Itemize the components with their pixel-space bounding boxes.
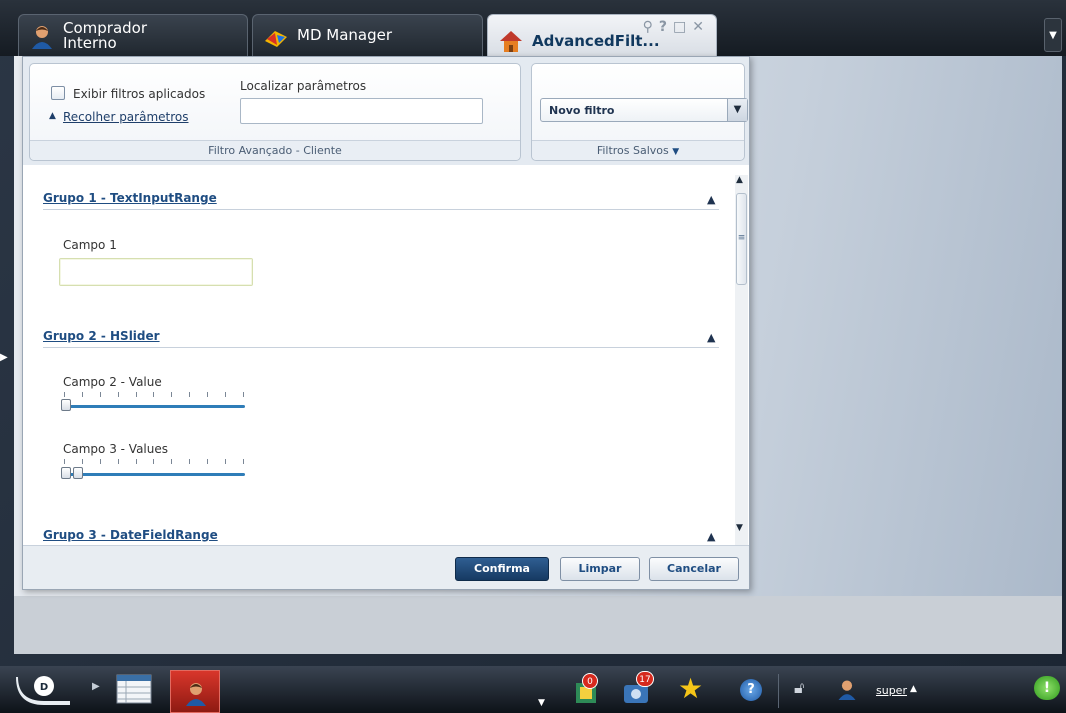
show-applied-filters-checkbox[interactable] (51, 86, 65, 100)
tasks-badge: 17 (636, 671, 654, 687)
chevron-down-icon[interactable]: ▼ (538, 698, 545, 708)
house-icon (500, 30, 522, 52)
collapse-params-link[interactable]: Recolher parâmetros (63, 110, 189, 124)
campo-1-label: Campo 1 (63, 238, 117, 252)
saved-filter-select[interactable]: Novo filtro ▼ (540, 98, 748, 122)
campo-3-slider-track[interactable] (61, 473, 245, 476)
search-params-label: Localizar parâmetros (240, 79, 367, 93)
user-icon (186, 683, 206, 706)
scroll-down-icon[interactable]: ▼ (736, 523, 743, 533)
expand-arrow-icon[interactable]: ▶ (92, 681, 100, 692)
datasul-logo-icon[interactable]: D (16, 671, 72, 707)
notifications-badge: 0 (582, 673, 598, 689)
active-user-app-icon[interactable] (170, 670, 220, 713)
group-2-divider (43, 347, 719, 348)
saved-filters-box: Novo filtro ▼ Filtros Salvos ▼ (531, 63, 748, 161)
filter-params-box: Exibir filtros aplicados ▲ Recolher parâ… (29, 63, 521, 161)
search-params-input[interactable] (240, 98, 483, 124)
chat-alert-icon[interactable]: ! (1034, 676, 1060, 700)
app-tab-bar: Comprador Interno MD Manager AdvancedFil… (0, 0, 1066, 56)
chevron-up-icon[interactable]: ▲ (707, 530, 715, 543)
md-manager-icon (265, 30, 287, 47)
tab-label: AdvancedFilt... (532, 32, 660, 50)
content-scrollbar[interactable]: ▲ ≡ ▼ (735, 175, 748, 545)
filter-header: Exibir filtros aplicados ▲ Recolher parâ… (23, 57, 749, 165)
show-applied-filters-label: Exibir filtros aplicados (73, 87, 206, 101)
group-2-title[interactable]: Grupo 2 - HSlider (43, 329, 160, 343)
lock-icon[interactable]: 🔓︎ (794, 678, 804, 698)
saved-filter-value: Novo filtro (549, 104, 615, 117)
close-icon[interactable]: ✕ (692, 19, 704, 35)
wrench-icon[interactable]: ⚲ (643, 19, 653, 35)
chevron-down-icon: ▼ (672, 147, 680, 157)
campo-2-ticks (64, 392, 244, 398)
tab-label: MD Manager (297, 26, 393, 44)
maximize-icon[interactable]: □ (673, 19, 686, 35)
grid-list-icon[interactable] (116, 674, 152, 704)
taskbar: D ▶ ▼ 0 17 ★ ? 🔓︎ super ▲ ! (0, 666, 1066, 713)
campo-1-input[interactable] (59, 258, 253, 286)
favorites-star-icon[interactable]: ★ (678, 672, 703, 705)
user-icon (32, 25, 52, 49)
window-menu-button[interactable]: ▼ (1044, 18, 1062, 52)
tab-md-manager[interactable]: MD Manager (252, 14, 483, 56)
tasks-icon[interactable]: 17 (620, 671, 654, 705)
side-expand-icon[interactable]: ▶ (0, 352, 8, 363)
campo-2-slider-track[interactable] (61, 405, 245, 408)
tab-tools: ⚲ ? □ ✕ (643, 19, 704, 35)
scroll-thumb[interactable]: ≡ (736, 193, 747, 285)
campo-3-slider-thumb-min[interactable] (61, 467, 71, 479)
campo-2-slider-thumb[interactable] (61, 399, 71, 411)
tab-advanced-filter[interactable]: AdvancedFilt... ⚲ ? □ ✕ (487, 14, 717, 56)
panel-footer: Confirma Limpar Cancelar (23, 545, 749, 589)
chevron-up-icon[interactable]: ▲ (910, 684, 917, 694)
filter-params-footer: Filtro Avançado - Cliente (30, 140, 520, 160)
cancel-button[interactable]: Cancelar (649, 557, 739, 581)
user-icon (838, 680, 856, 700)
chevron-up-icon: ▲ (49, 111, 56, 121)
campo-2-label: Campo 2 - Value (63, 375, 162, 389)
chevron-down-icon: ▼ (727, 99, 747, 121)
chevron-up-icon[interactable]: ▲ (707, 193, 715, 206)
saved-filters-footer[interactable]: Filtros Salvos ▼ (532, 140, 744, 160)
group-3-title[interactable]: Grupo 3 - DateFieldRange (43, 528, 218, 542)
group-1-divider (43, 209, 719, 210)
help-icon[interactable]: ? (740, 679, 762, 701)
notifications-icon[interactable]: 0 (572, 673, 602, 705)
user-name-link[interactable]: super (876, 684, 907, 697)
tab-comprador-interno[interactable]: Comprador Interno (18, 14, 248, 56)
chevron-down-icon: ▼ (1049, 29, 1057, 41)
saved-filters-label: Filtros Salvos (596, 144, 669, 157)
campo-3-ticks (64, 459, 244, 465)
scroll-up-icon[interactable]: ▲ (736, 175, 743, 185)
tab-label-line2: Interno (63, 33, 117, 52)
confirm-button[interactable]: Confirma (455, 557, 549, 581)
chevron-up-icon[interactable]: ▲ (707, 331, 715, 344)
help-icon[interactable]: ? (659, 19, 667, 35)
advanced-filter-panel: Exibir filtros aplicados ▲ Recolher parâ… (22, 56, 750, 590)
workspace-band (14, 596, 1062, 654)
clear-button[interactable]: Limpar (560, 557, 640, 581)
group-1-title[interactable]: Grupo 1 - TextInputRange (43, 191, 217, 205)
taskbar-separator (778, 674, 779, 708)
svg-text:D: D (40, 682, 48, 693)
campo-3-label: Campo 3 - Values (63, 442, 168, 456)
campo-3-slider-thumb-max[interactable] (73, 467, 83, 479)
